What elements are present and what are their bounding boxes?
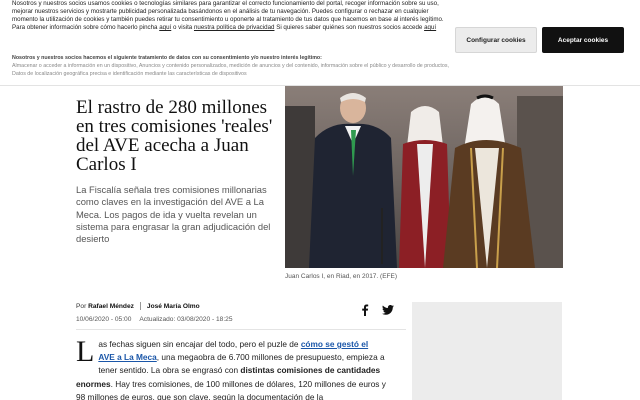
cookie-visit-text: o visita <box>171 24 194 32</box>
drop-cap: L <box>76 335 95 368</box>
article-photo <box>285 86 563 268</box>
cookie-banner: Nosotros y nuestros socios usamos cookie… <box>0 0 640 86</box>
twitter-icon <box>382 305 394 315</box>
body-text-3: . Hay tres comisiones, de 100 millones d… <box>76 378 386 400</box>
byline: Por Rafael Méndez José María Olmo <box>76 302 200 310</box>
published-date: 10/06/2020 - 05:00 <box>76 316 132 323</box>
byline-prefix: Por <box>76 302 87 310</box>
twitter-share-button[interactable] <box>380 302 396 318</box>
article-body: Las fechas siguen sin encajar del todo, … <box>76 335 386 400</box>
accept-cookies-button[interactable]: Aceptar cookies <box>542 27 624 53</box>
byline-divider <box>76 329 406 330</box>
partners-link[interactable]: aquí <box>424 24 436 31</box>
photo-illustration <box>285 86 563 268</box>
legitimate-interest-list: Almacenar o acceder a información en un … <box>12 62 449 77</box>
photo-caption: Juan Carlos I, en Riad, en 2017. (EFE) <box>285 273 398 280</box>
author-link[interactable]: José María Olmo <box>147 303 200 310</box>
cookie-notice-text: Nosotros y nuestros socios usamos cookie… <box>12 0 444 32</box>
cookie-legitimate-interest: Nosotros y nuestros socios hacemos el si… <box>12 55 452 78</box>
facebook-icon <box>362 304 369 316</box>
ad-placeholder <box>412 302 562 400</box>
author-link[interactable]: Rafael Méndez <box>88 303 134 310</box>
updated-date: Actualizado: 03/08/2020 - 18:25 <box>139 316 233 323</box>
cookie-partners-text: Si quieres saber quiénes son nuestros so… <box>274 24 425 32</box>
body-text-1: as fechas siguen sin encajar del todo, p… <box>98 339 301 349</box>
article-standfirst: La Fiscalía señala tres comisiones millo… <box>76 184 271 245</box>
facebook-share-button[interactable] <box>357 302 373 318</box>
article-headline: El rastro de 280 millones en tres comisi… <box>76 97 273 175</box>
configure-cookies-button[interactable]: Configurar cookies <box>455 27 537 53</box>
cookie-info-link[interactable]: aquí <box>159 24 171 31</box>
article-dates: 10/06/2020 - 05:00 Actualizado: 03/08/202… <box>76 316 233 323</box>
byline-separator <box>139 302 141 310</box>
privacy-policy-link[interactable]: nuestra política de privacidad <box>194 24 275 31</box>
legitimate-interest-title: Nosotros y nuestros socios hacemos el si… <box>12 55 322 61</box>
